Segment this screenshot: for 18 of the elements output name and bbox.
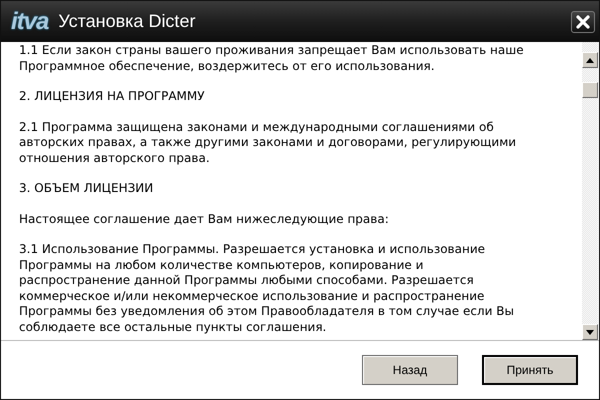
license-paragraph: 2. ЛИЦЕНЗИЯ НА ПРОГРАММУ: [19, 89, 206, 104]
license-paragraph: Настоящее соглашение дает Вам нижеследующие права:: [19, 212, 390, 227]
close-button[interactable]: [571, 10, 595, 32]
license-paragraph: 2.1 Программа защищена законами и международными соглашениями об авторских правах, а также другими законами и договорами, регулирующими отношения авторского права.: [19, 120, 518, 166]
dialog-button[interactable]: Назад: [362, 355, 458, 385]
license-paragraph: 3.1 Использование Программы. Разрешается установка и использование Программы на любом количестве компьютеров, копирование и распространение данной Программы любыми способами. Разрешается коммерческое и/или некоммерческое использование и распространение Программы без уведомления об этом Правообладателя в том случае если Вы соблюдаете все остальные пункты соглашения.: [19, 242, 515, 335]
license-paragraph: 1.1 Если закон страны вашего проживания запрещает Вам использовать наше Программное обеспечение, воздержитесь от его использования.: [19, 43, 525, 74]
scroll-thumb[interactable]: [582, 82, 598, 98]
dialog-button[interactable]: Принять: [482, 355, 578, 385]
up-arrow-icon: [586, 58, 594, 62]
window-title: Установка Dicter: [58, 11, 196, 32]
logo: itva: [11, 8, 48, 36]
close-icon: [576, 14, 590, 28]
scrollbar[interactable]: [582, 42, 598, 340]
scroll-down-button[interactable]: [582, 324, 598, 340]
down-arrow-icon: [586, 330, 594, 334]
scroll-up-button[interactable]: [582, 52, 598, 68]
license-paragraph: 3. ОБЪЕМ ЛИЦЕНЗИИ: [19, 181, 154, 196]
